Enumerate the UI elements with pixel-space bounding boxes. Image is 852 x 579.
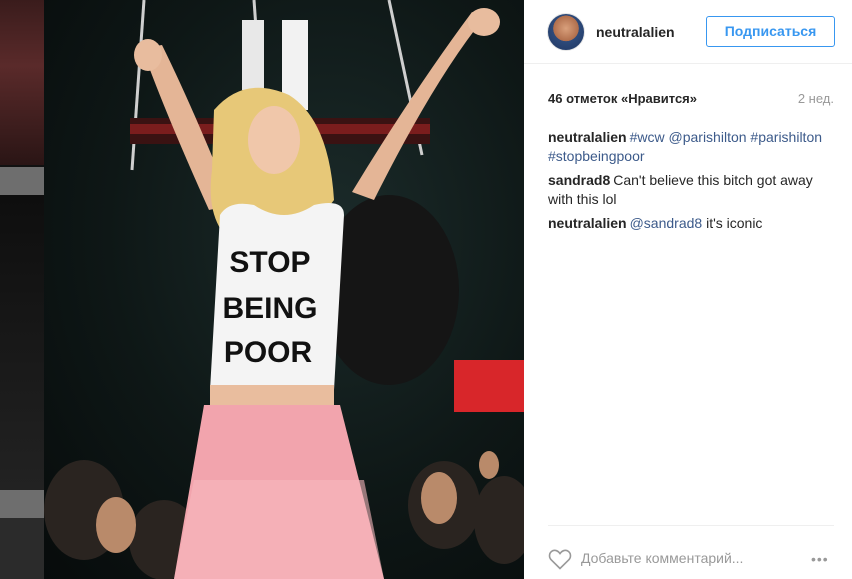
comments-list: neutralalien #wcw @parishilton #parishilt… bbox=[548, 128, 840, 238]
preview-image-bottom bbox=[0, 518, 44, 579]
preview-image-middle bbox=[0, 195, 44, 490]
heart-icon[interactable] bbox=[548, 548, 572, 570]
comment: neutralalien @sandrad8 it's iconic bbox=[548, 214, 840, 233]
shirt-text-line-3: POOR bbox=[224, 336, 313, 369]
comment-username[interactable]: neutralalien bbox=[548, 129, 627, 145]
post-meta: 46 отметок «Нравится» 2 нед. bbox=[548, 91, 834, 109]
comment-username[interactable]: sandrad8 bbox=[548, 172, 610, 188]
post-photo-illustration: STOP BEING POOR bbox=[44, 0, 524, 579]
comment-hashtag-link[interactable]: #stopbeingpoor bbox=[548, 148, 645, 164]
comment: sandrad8 Can't believe this bitch got awa… bbox=[548, 171, 840, 209]
divider bbox=[548, 525, 834, 526]
avatar[interactable] bbox=[547, 13, 585, 51]
comment-text: it's iconic bbox=[702, 215, 763, 231]
post-actions: Добавьте комментарий... ••• bbox=[524, 530, 852, 579]
post-timestamp[interactable]: 2 нед. bbox=[798, 91, 834, 106]
preview-image-top bbox=[0, 0, 44, 165]
post-details-panel: neutralalien Подписаться 46 отметок «Нра… bbox=[524, 0, 852, 579]
follow-button[interactable]: Подписаться bbox=[706, 16, 835, 47]
comment-hashtag-link[interactable]: @parishilton bbox=[669, 129, 747, 145]
ellipsis-icon[interactable]: ••• bbox=[811, 551, 829, 567]
post-header: neutralalien Подписаться bbox=[524, 0, 852, 64]
comment-username[interactable]: neutralalien bbox=[548, 215, 627, 231]
shirt-text-line-2: BEING bbox=[222, 292, 317, 325]
post-photo[interactable]: STOP BEING POOR bbox=[44, 0, 524, 579]
comment-hashtag-link[interactable]: #parishilton bbox=[750, 129, 822, 145]
previous-post-preview[interactable] bbox=[0, 0, 44, 579]
comment-hashtag-link[interactable]: #wcw bbox=[630, 129, 665, 145]
author-username[interactable]: neutralalien bbox=[596, 24, 675, 40]
likes-count[interactable]: 46 отметок «Нравится» bbox=[548, 91, 697, 106]
shirt-text-line-1: STOP bbox=[229, 246, 310, 279]
preview-divider bbox=[0, 167, 44, 195]
add-comment-input[interactable]: Добавьте комментарий... bbox=[581, 550, 743, 566]
preview-divider bbox=[0, 490, 44, 518]
comment-hashtag-link[interactable]: @sandrad8 bbox=[630, 215, 703, 231]
comment: neutralalien #wcw @parishilton #parishilt… bbox=[548, 128, 840, 166]
